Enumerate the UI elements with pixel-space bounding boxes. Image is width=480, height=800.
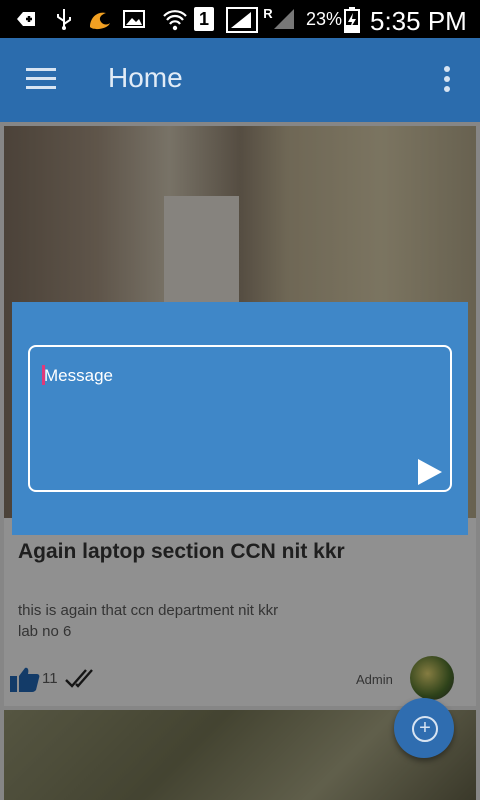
battery-percent: 23%	[306, 9, 343, 29]
message-dialog: Message	[12, 302, 468, 535]
wifi-icon	[162, 7, 187, 31]
message-input[interactable]: Message	[28, 345, 452, 492]
hamburger-menu-icon[interactable]	[26, 68, 56, 90]
message-placeholder: Message	[44, 366, 113, 385]
signal-icon	[226, 7, 260, 33]
status-bar: 1 R 23% 5:35 PM	[0, 0, 480, 38]
page-title: Home	[108, 62, 183, 93]
image-icon	[122, 7, 146, 31]
battery-charging-icon	[344, 7, 360, 33]
add-post-fab[interactable]: +	[394, 698, 454, 758]
add-circle-icon: +	[412, 716, 438, 742]
send-icon[interactable]	[416, 457, 444, 487]
clock: 5:35 PM	[370, 6, 467, 36]
usb-icon	[52, 7, 76, 31]
signal-icon-2	[272, 7, 296, 31]
add-icon	[14, 7, 38, 31]
sim-icon: 1	[194, 7, 214, 31]
uc-browser-icon	[86, 7, 110, 31]
app-bar: Home	[0, 38, 480, 122]
more-vert-icon[interactable]	[440, 66, 454, 94]
